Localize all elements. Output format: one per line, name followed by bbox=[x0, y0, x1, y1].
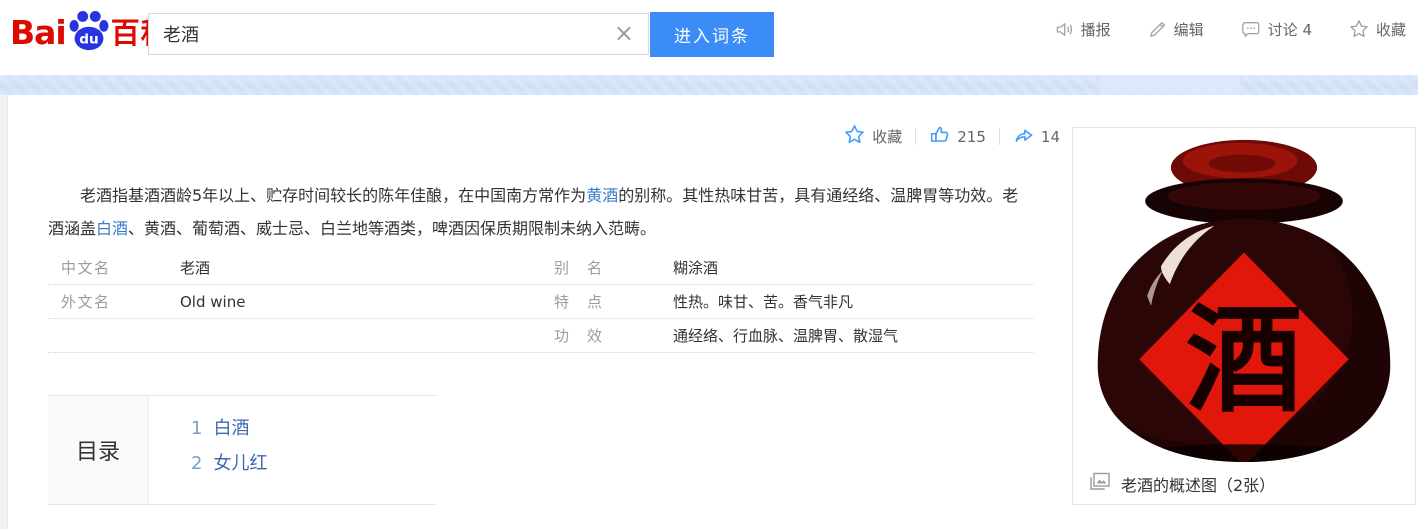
nav-edit[interactable]: 编辑 bbox=[1148, 19, 1204, 40]
favorite-button[interactable]: 收藏 bbox=[844, 124, 902, 149]
comment-icon bbox=[1241, 20, 1261, 39]
toc-item-label: 白酒 bbox=[213, 418, 249, 439]
entry-link[interactable]: 黄酒 bbox=[586, 186, 618, 205]
gallery-icon bbox=[1088, 471, 1112, 497]
summary-paragraph: 老酒指基酒酒龄5年以上、贮存时间较长的陈年佳酿，在中国南方常作为黄酒的别称。其性… bbox=[48, 179, 1034, 245]
like-count: 215 bbox=[957, 128, 986, 146]
toc-item-number: 2 bbox=[191, 453, 202, 474]
share-button[interactable]: 14 bbox=[1013, 124, 1060, 149]
search-box: × bbox=[148, 13, 649, 55]
nav-favorite[interactable]: 收藏 bbox=[1349, 19, 1406, 40]
infobox-cell: 功效 通经络、行血脉、温脾胃、散湿气 bbox=[541, 319, 1034, 352]
toc-title-cell: 目录 bbox=[48, 396, 149, 504]
ribbon-highlight bbox=[1100, 75, 1240, 95]
header: Bai du 百科 × 进入词条 bbox=[0, 0, 1418, 75]
blue-ribbon bbox=[0, 75, 1418, 95]
infobox-label: 功效 bbox=[554, 326, 602, 346]
infobox-label: 外文名 bbox=[61, 292, 109, 312]
like-button[interactable]: 215 bbox=[929, 124, 986, 149]
toc-item[interactable]: 2 女儿红 bbox=[191, 446, 436, 481]
infobox-value: 通经络、行血脉、温脾胃、散湿气 bbox=[673, 327, 898, 345]
image-caption-row[interactable]: 老酒的概述图（2张） bbox=[1073, 464, 1415, 504]
nav-favorite-label: 收藏 bbox=[1376, 19, 1406, 40]
toc-item-number: 1 bbox=[191, 418, 202, 439]
search-input[interactable] bbox=[149, 14, 648, 54]
speaker-icon bbox=[1055, 20, 1074, 39]
table-of-contents: 目录 1 白酒 2 女儿红 bbox=[48, 395, 436, 505]
star-icon bbox=[1349, 19, 1369, 39]
nav-edit-label: 编辑 bbox=[1174, 19, 1204, 40]
nav-broadcast[interactable]: 播报 bbox=[1055, 19, 1111, 40]
nav-discuss[interactable]: 讨论 4 bbox=[1241, 19, 1312, 40]
infobox-value: 老酒 bbox=[180, 259, 210, 277]
share-icon bbox=[1013, 124, 1034, 149]
separator bbox=[999, 128, 1000, 145]
logo-text-bai: Bai bbox=[10, 13, 66, 53]
entry-link[interactable]: 白酒 bbox=[96, 219, 128, 238]
infobox-row: 外文名 Old wine 特点 性热。味甘、苦。香气非凡 bbox=[48, 285, 1034, 319]
infobox: 中文名 老酒 别名 糊涂酒外文名 Old wine 特点 性热。味甘、苦。香气非凡功效 通经络… bbox=[48, 251, 1034, 353]
clear-search-icon[interactable]: × bbox=[614, 21, 634, 45]
infobox-row: 中文名 老酒 别名 糊涂酒 bbox=[48, 251, 1034, 285]
infobox-cell: 别名 糊涂酒 bbox=[541, 251, 1034, 284]
share-count: 14 bbox=[1041, 128, 1060, 146]
toc-item-label: 女儿红 bbox=[213, 453, 267, 474]
infobox-label: 中文名 bbox=[61, 258, 109, 278]
toc-title: 目录 bbox=[76, 434, 120, 466]
header-nav: 播报 编辑 bbox=[1055, 0, 1406, 58]
svg-text:酒: 酒 bbox=[1186, 293, 1303, 429]
star-icon bbox=[844, 124, 865, 149]
infobox-value: 糊涂酒 bbox=[673, 259, 718, 277]
toc-item[interactable]: 1 白酒 bbox=[191, 411, 436, 446]
overview-image-card[interactable]: 酒 老酒的概述图（2张） bbox=[1072, 127, 1416, 505]
favorite-label: 收藏 bbox=[872, 126, 902, 147]
wine-jar-image[interactable]: 酒 bbox=[1073, 128, 1415, 464]
infobox-label: 特点 bbox=[554, 292, 602, 312]
infobox-value: 性热。味甘、苦。香气非凡 bbox=[673, 293, 853, 311]
nav-broadcast-label: 播报 bbox=[1081, 19, 1111, 40]
infobox-cell: 中文名 老酒 bbox=[48, 251, 541, 284]
summary-text: 老酒指基酒酒龄5年以上、贮存时间较长的陈年佳酿，在中国南方常作为 bbox=[80, 186, 586, 205]
entry-action-row: 收藏 215 14 bbox=[844, 124, 1060, 149]
toc-list: 1 白酒 2 女儿红 bbox=[149, 396, 436, 504]
image-caption: 老酒的概述图（2张） bbox=[1121, 472, 1275, 496]
infobox-cell: 特点 性热。味甘、苦。香气非凡 bbox=[541, 285, 1034, 318]
separator bbox=[915, 128, 916, 145]
baidu-baike-logo[interactable]: Bai du 百科 bbox=[10, 9, 171, 57]
svg-text:du: du bbox=[79, 32, 98, 48]
infobox-cell: 外文名 Old wine bbox=[48, 285, 541, 318]
thumbs-up-icon bbox=[929, 124, 950, 149]
enter-entry-button[interactable]: 进入词条 bbox=[650, 12, 774, 57]
baike-page: Bai du 百科 × 进入词条 bbox=[0, 0, 1418, 529]
summary-text: 、黄酒、葡萄酒、威士忌、白兰地等酒类，啤酒因保质期限制未纳入范畴。 bbox=[128, 219, 656, 238]
nav-discuss-label: 讨论 4 bbox=[1268, 19, 1312, 40]
infobox-value: Old wine bbox=[180, 293, 245, 311]
pencil-icon bbox=[1148, 20, 1167, 39]
infobox-row: 功效 通经络、行血脉、温脾胃、散湿气 bbox=[48, 319, 1034, 353]
infobox-cell bbox=[48, 319, 541, 352]
page-left-margin bbox=[0, 95, 8, 529]
baidu-paw-icon: du bbox=[68, 7, 110, 55]
infobox-label: 别名 bbox=[554, 258, 602, 278]
